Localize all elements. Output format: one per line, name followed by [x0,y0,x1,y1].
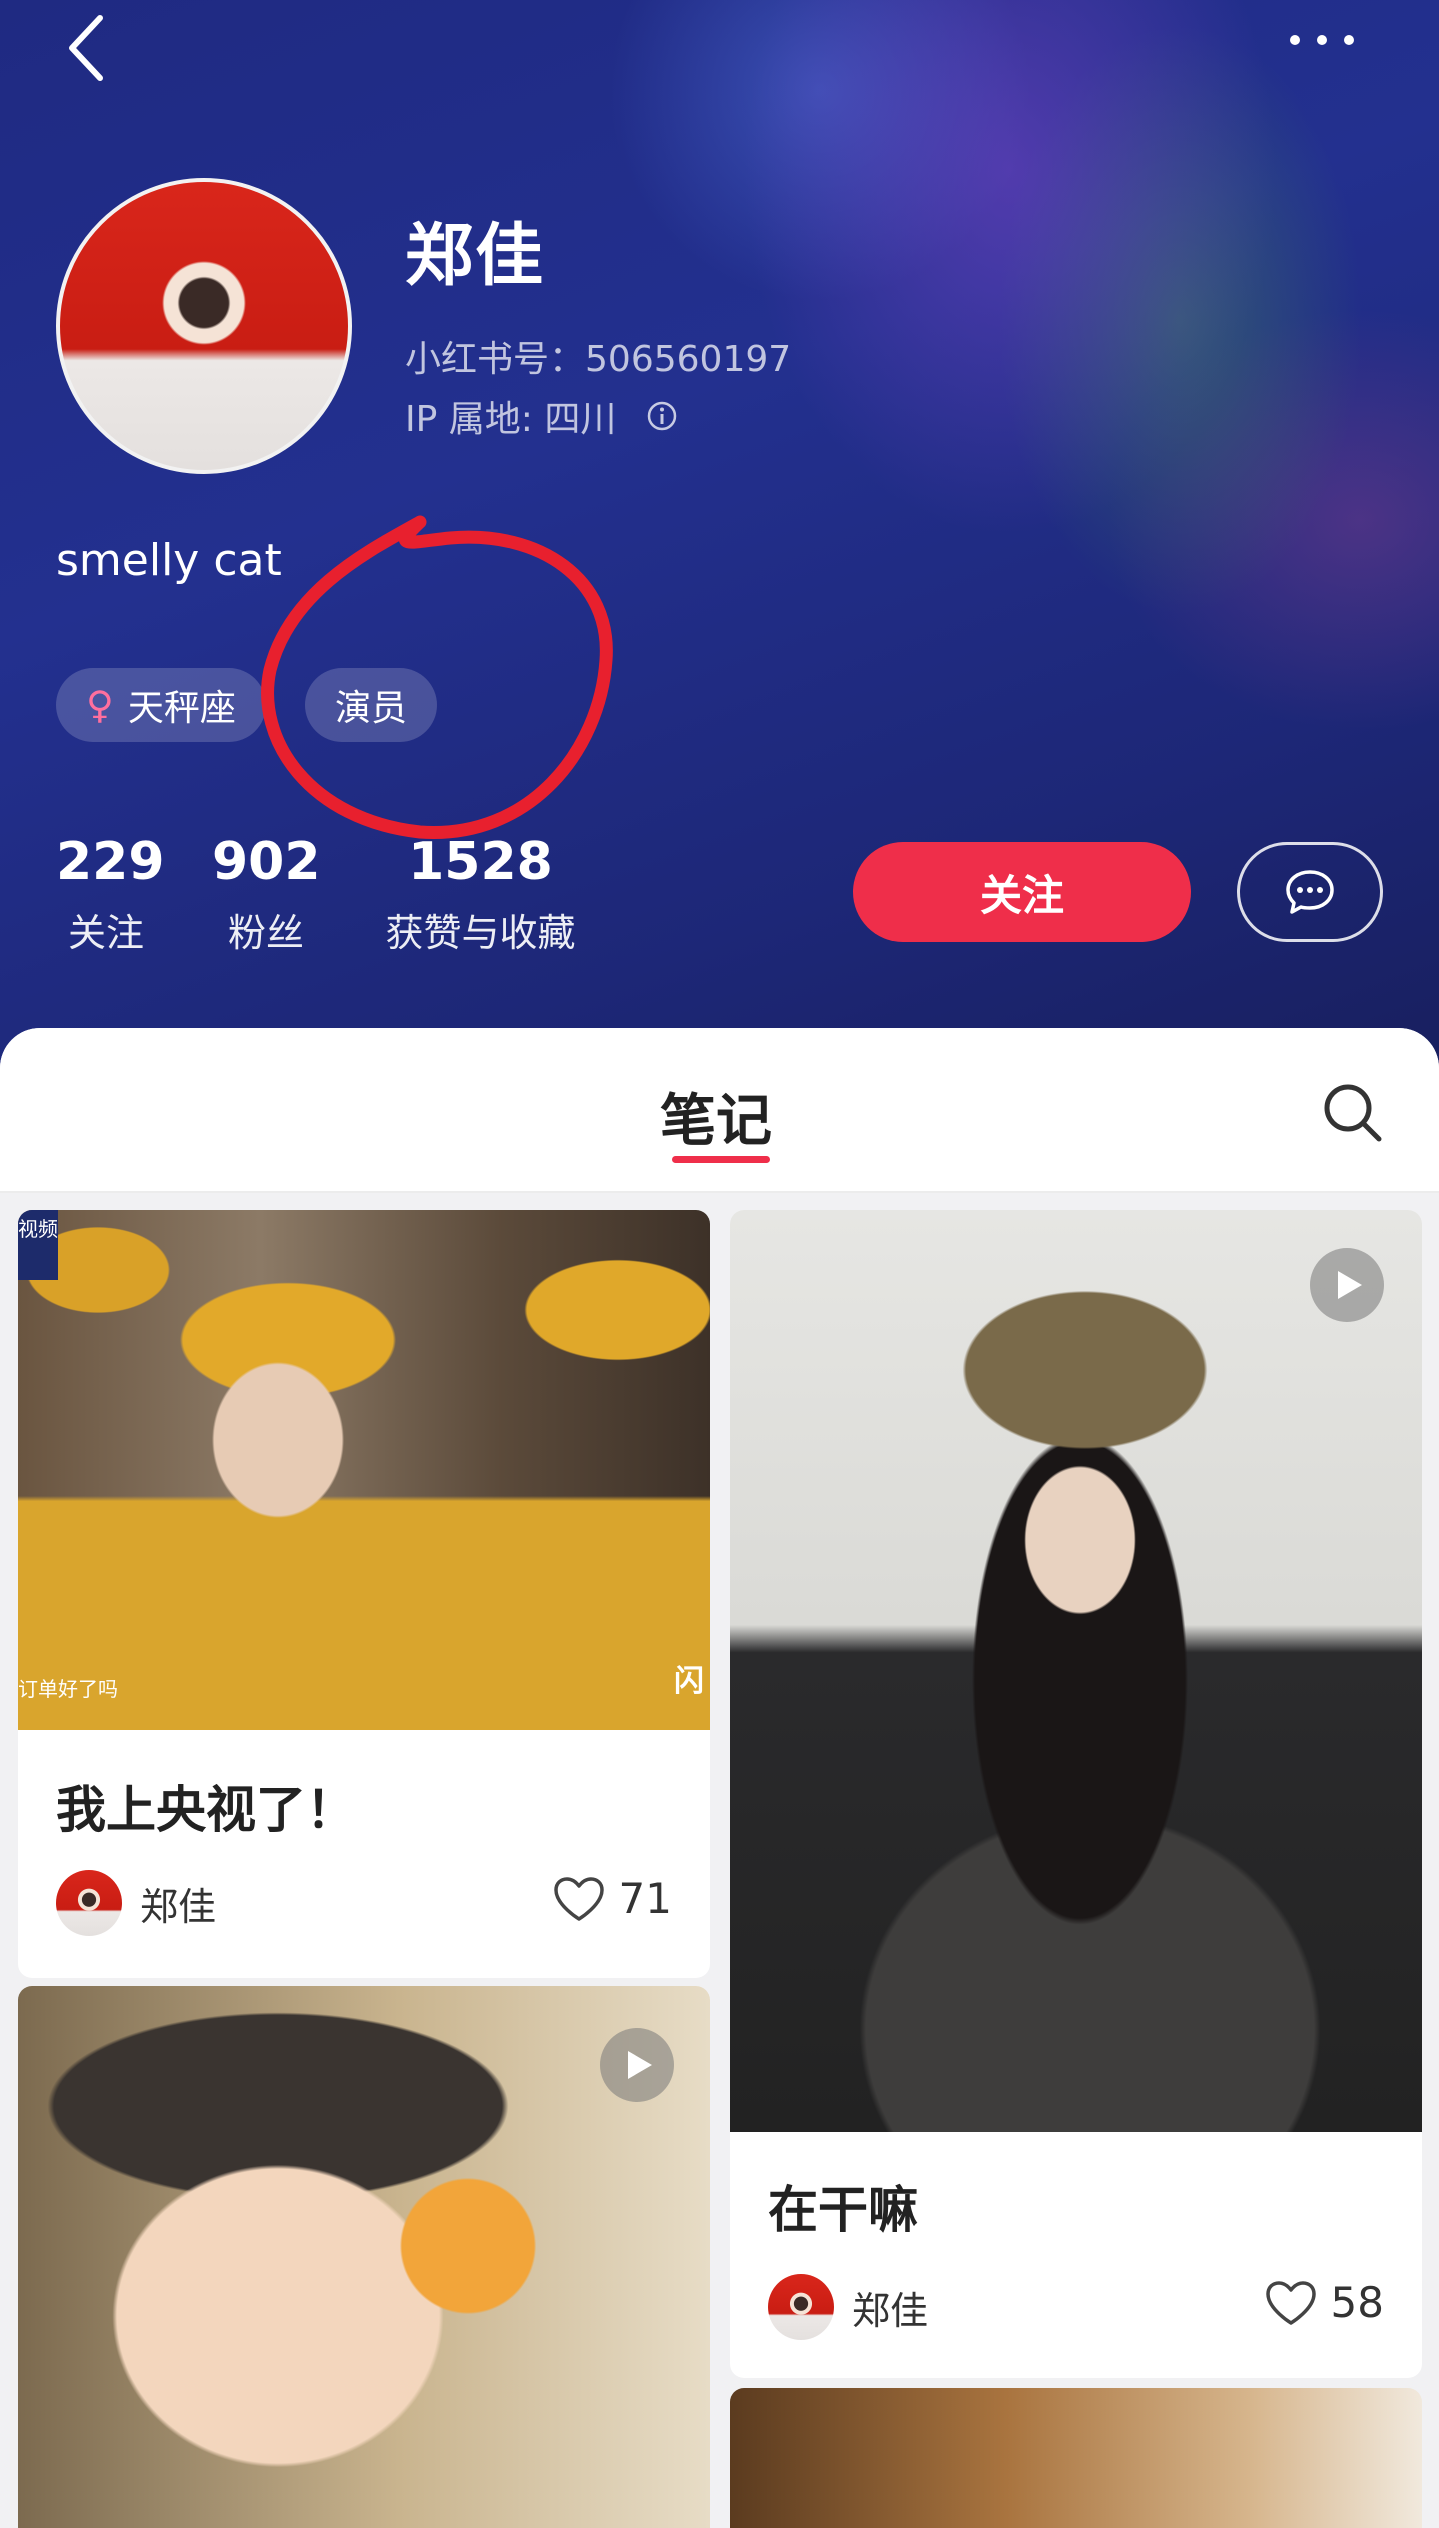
profile-bio: smelly cat [56,535,282,586]
more-dot [1317,35,1327,45]
more-dot [1344,35,1354,45]
more-button[interactable] [1290,28,1380,52]
tag-zodiac-label: 天秤座 [127,688,236,729]
ip-location-text: IP 属地: 四川 [405,399,617,440]
note-card[interactable] [18,1986,710,2528]
note-author[interactable]: 郑佳 [56,1870,216,1936]
stat-fans[interactable]: 902 粉丝 [212,832,321,957]
note-card[interactable] [730,2388,1422,2528]
play-button[interactable] [1310,1248,1384,1322]
tab-active-indicator [672,1156,770,1163]
video-watermark: 闪 [674,1664,704,1699]
red-id-value: 506560197 [585,339,792,380]
note-cover-image [730,2388,1422,2528]
note-title: 在干嘛 [768,2181,918,2239]
profile-name: 郑佳 [405,217,546,296]
note-author[interactable]: 郑佳 [768,2274,928,2340]
message-button[interactable] [1237,842,1383,942]
profile-avatar[interactable] [56,178,352,474]
tab-notes[interactable]: 笔记 [660,1076,772,1157]
stat-fans-value: 902 [212,832,321,892]
female-icon: ♀ [86,683,114,727]
note-title: 我上央视了！ [56,1781,356,1839]
search-button[interactable] [1320,1080,1386,1146]
follow-button[interactable]: 关注 [853,842,1191,942]
back-button[interactable] [60,8,120,88]
note-author-name: 郑佳 [140,1884,217,1929]
notes-panel: 笔记 视频 订单好了吗 闪 我上央视了！ 郑佳 71 在干嘛 郑佳 58 [0,1028,1439,2528]
avatar [768,2274,834,2340]
like-count: 71 [618,1874,672,1923]
play-icon [1338,1271,1362,1299]
note-card[interactable]: 在干嘛 郑佳 58 [730,1210,1422,2378]
ip-location: IP 属地: 四川 [405,390,678,442]
stat-following-value: 229 [56,832,165,892]
red-circle-annotation [261,515,613,839]
play-button[interactable] [600,2028,674,2102]
red-id-label: 小红书号： [405,339,586,380]
avatar [56,1870,122,1936]
note-author-name: 郑佳 [852,2288,929,2333]
profile-header: 郑佳 小红书号：506560197 IP 属地: 四川 smelly cat ♀… [0,0,1439,1080]
heart-icon [1265,2280,1316,2325]
video-badge: 视频 [18,1210,58,1280]
video-caption: 订单好了吗 [18,1677,118,1701]
stat-likes-value: 1528 [408,832,553,892]
like-button[interactable]: 58 [1265,2278,1384,2327]
stat-likes-label: 获赞与收藏 [385,911,576,955]
stat-following-label: 关注 [67,911,144,955]
play-icon [628,2051,652,2079]
note-cover-image [730,1210,1422,2132]
stat-following[interactable]: 229 关注 [56,832,165,957]
stat-likes-collects[interactable]: 1528 获赞与收藏 [378,832,583,957]
red-id: 小红书号：506560197 [405,330,791,382]
note-card[interactable]: 视频 订单好了吗 闪 我上央视了！ 郑佳 71 [18,1210,710,1978]
like-button[interactable]: 71 [553,1874,672,1923]
more-dots-icon [1290,35,1300,45]
tag-zodiac: ♀ 天秤座 [56,668,266,742]
chat-bubble-icon [1286,870,1334,914]
note-cover-image: 视频 订单好了吗 闪 [18,1210,710,1730]
heart-icon [553,1876,604,1921]
info-icon[interactable] [646,400,678,432]
search-icon [1324,1084,1382,1142]
stat-fans-label: 粉丝 [227,911,304,955]
note-cover-image [18,1986,710,2528]
tab-bar: 笔记 [0,1028,1439,1193]
chevron-left-icon [69,15,103,81]
like-count: 58 [1330,2278,1384,2327]
